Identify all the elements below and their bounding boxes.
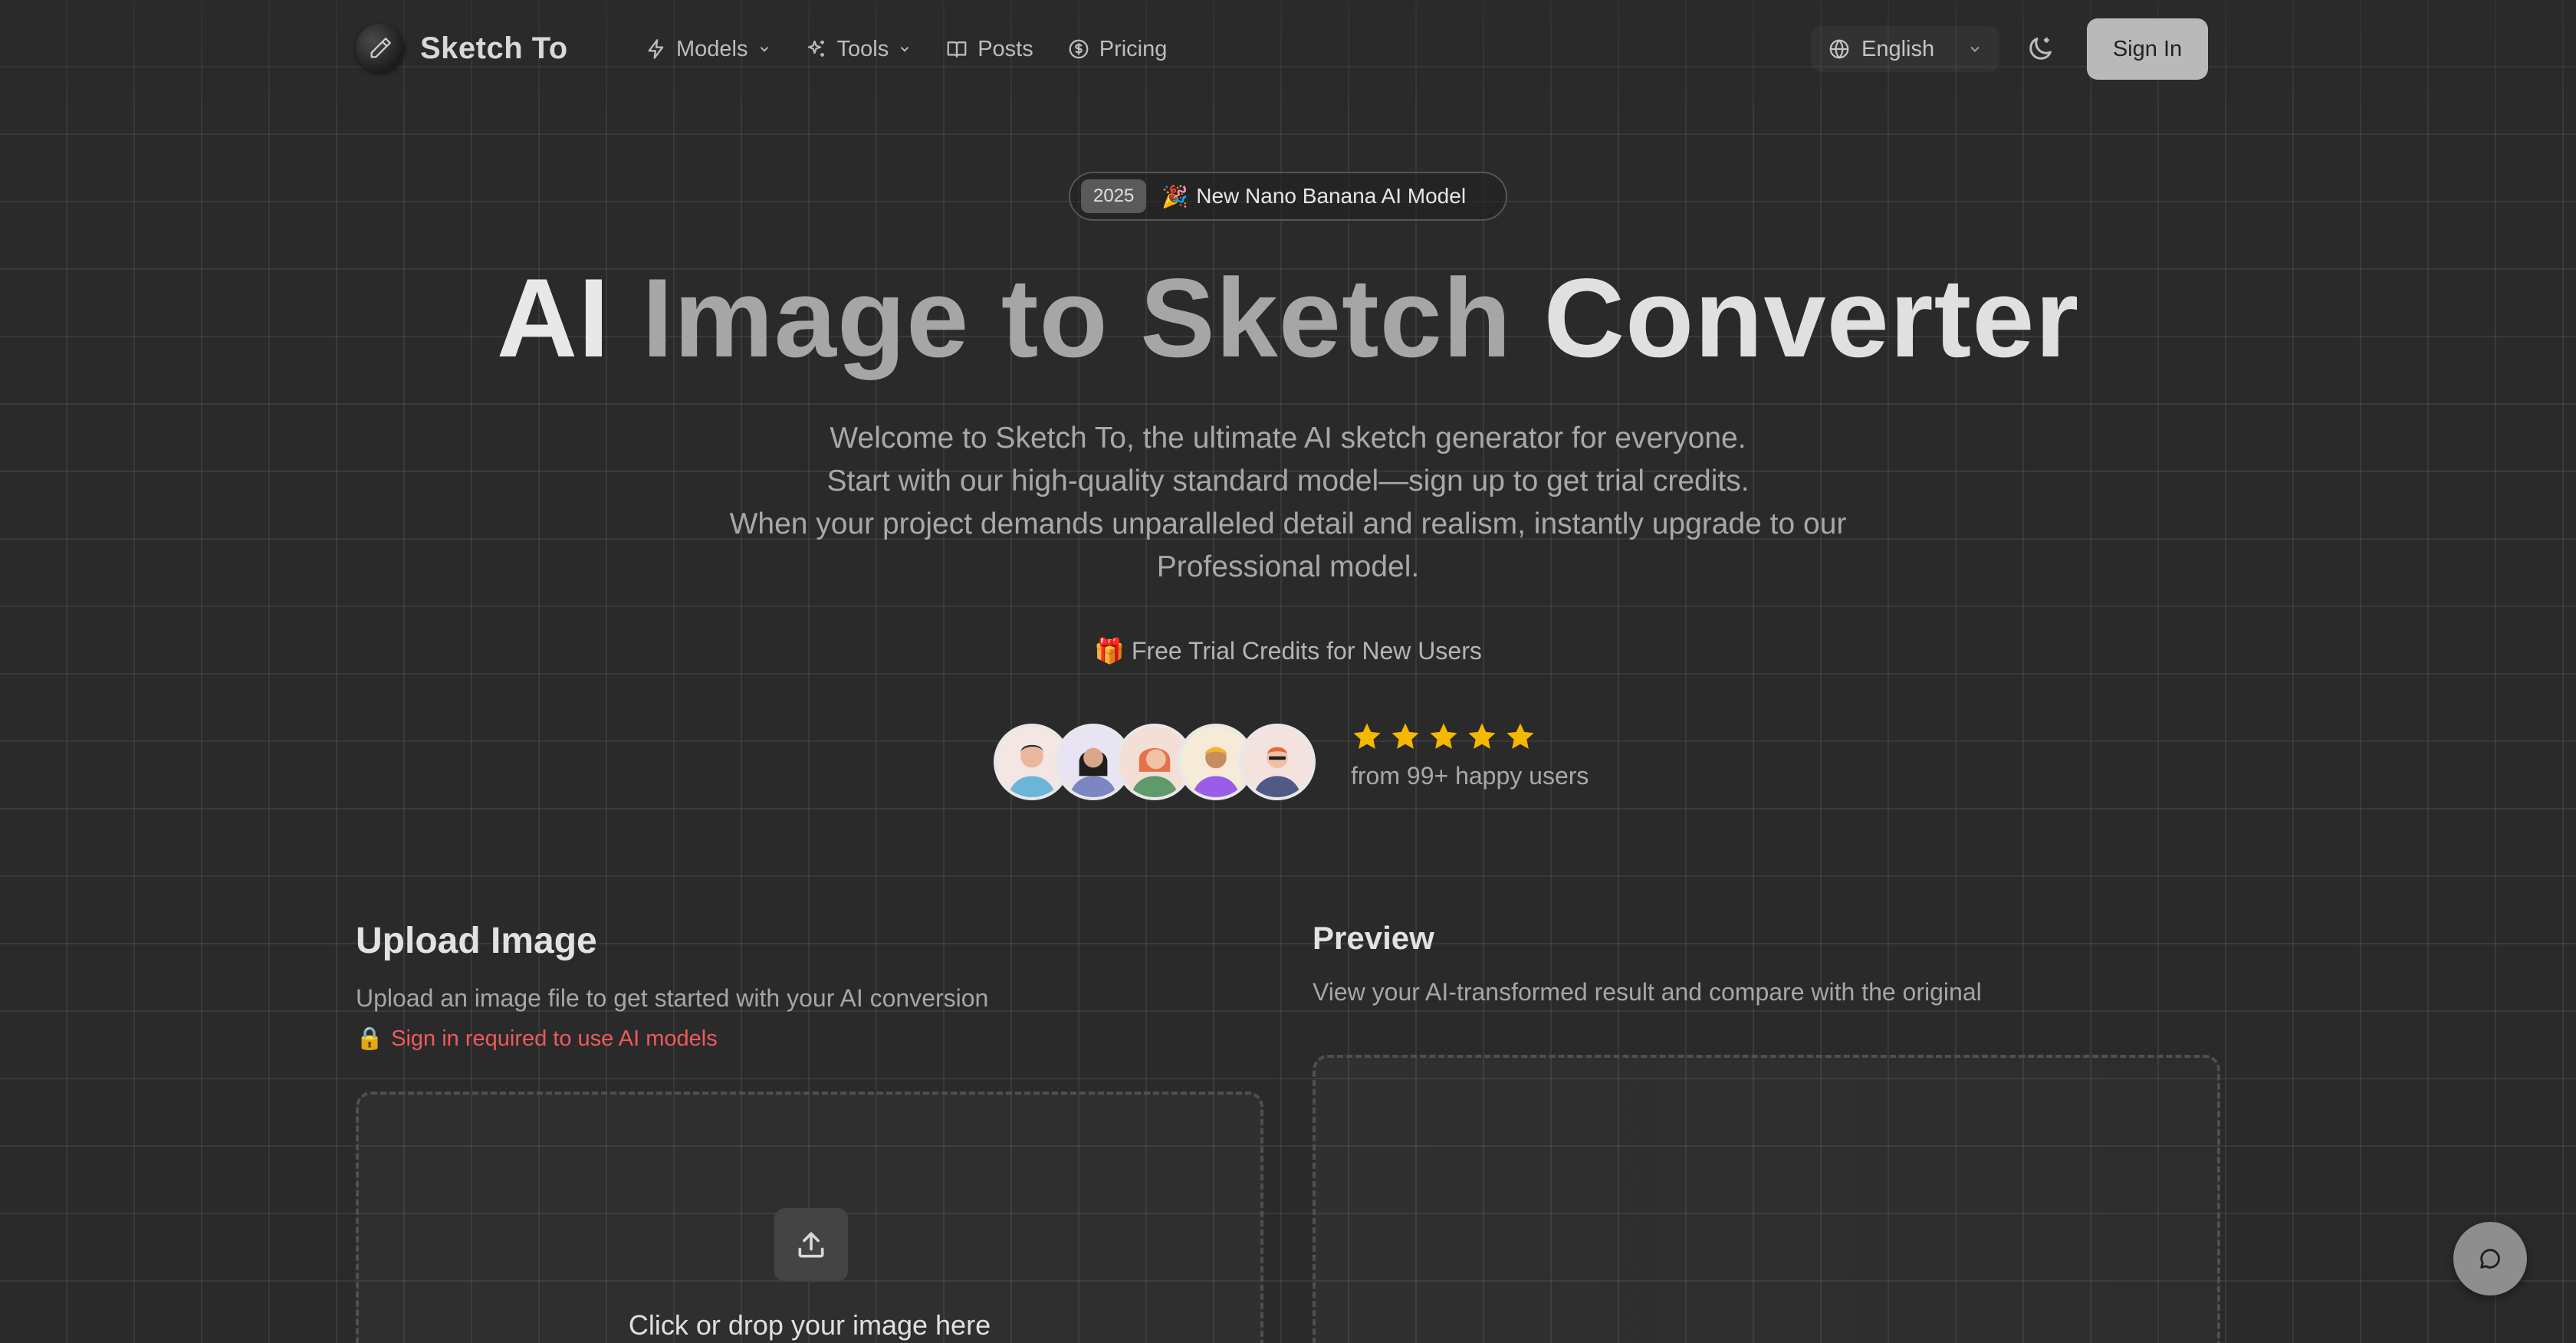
chat-bubble-icon — [2480, 1249, 2500, 1269]
nav-posts[interactable]: Posts — [928, 31, 1050, 67]
announcement-badge[interactable]: 2025 🎉 New Nano Banana AI Model — [1069, 172, 1507, 221]
chevron-down-icon — [901, 47, 909, 52]
badge-year: 2025 — [1081, 179, 1147, 213]
user-avatars — [994, 724, 1316, 800]
image-dropzone[interactable]: Click or drop your image here — [356, 1092, 1263, 1343]
theme-toggle-button[interactable] — [2016, 26, 2064, 72]
star-icon — [1353, 723, 1381, 749]
sparkles-icon — [807, 40, 824, 57]
nav-models[interactable]: Models — [629, 31, 788, 67]
star-rating — [1351, 721, 1589, 753]
upload-title: Upload Image — [356, 921, 597, 961]
free-trial-text: Free Trial Credits for New Users — [1131, 637, 1482, 665]
star-icon — [1430, 723, 1457, 749]
title-part-2: Image to Sketch — [642, 255, 1512, 380]
logo-text: Sketch To — [420, 31, 568, 65]
happy-users-text: from 99+ happy users — [1351, 762, 1589, 790]
preview-title: Preview — [1313, 920, 1434, 956]
subtitle-line: Start with our high-quality standard mod… — [826, 465, 1750, 497]
gift-icon: 🎁 — [1094, 637, 1125, 665]
star-icon — [1468, 723, 1496, 749]
chevron-down-icon — [760, 47, 768, 52]
chevron-down-icon — [1970, 46, 1980, 52]
chat-button[interactable] — [2453, 1222, 2527, 1295]
title-part-3: Converter — [1543, 255, 2080, 380]
moon-sparkle-icon — [2029, 38, 2052, 60]
nav-tools[interactable]: Tools — [788, 31, 929, 67]
preview-area — [1313, 1055, 2220, 1343]
badge-text: New Nano Banana AI Model — [1196, 184, 1467, 208]
bolt-icon — [648, 39, 664, 59]
star-icon — [1506, 723, 1534, 749]
subtitle-line: When your project demands unparalleled d… — [729, 507, 1847, 540]
upload-icon — [774, 1208, 848, 1282]
top-navbar: Sketch To Models Tools Posts Pricing Eng… — [0, 0, 2576, 98]
free-trial-note: 🎁 Free Trial Credits for New Users — [0, 636, 2576, 665]
avatar — [1239, 724, 1316, 800]
dollar-circle-icon — [1069, 39, 1089, 59]
nav-pricing[interactable]: Pricing — [1050, 31, 1184, 67]
preview-description: View your AI-transformed result and comp… — [1313, 978, 1982, 1006]
lock-icon: 🔒 — [356, 1026, 384, 1051]
globe-icon — [1829, 39, 1849, 59]
nav-pricing-label: Pricing — [1099, 36, 1168, 61]
nav-tools-label: Tools — [836, 36, 889, 61]
sign-in-warning: 🔒 Sign in required to use AI models — [356, 1026, 718, 1052]
sign-in-warning-text: Sign in required to use AI models — [391, 1026, 718, 1051]
title-part-1: AI — [496, 255, 610, 380]
subtitle-line: Professional model. — [1156, 550, 1420, 583]
party-popper-icon: 🎉 — [1162, 184, 1189, 209]
main-nav: Models Tools Posts Pricing — [629, 31, 1184, 67]
language-selector[interactable]: English — [1811, 26, 1999, 72]
logo[interactable]: Sketch To — [356, 23, 568, 74]
star-icon — [1392, 723, 1419, 749]
pencil-logo-icon — [356, 24, 405, 73]
hero-subtitle: Welcome to Sketch To, the ultimate AI sk… — [659, 417, 1917, 589]
nav-posts-label: Posts — [978, 36, 1033, 61]
language-label: English — [1861, 36, 1935, 61]
dropzone-text: Click or drop your image here — [628, 1309, 991, 1341]
page-title: AI Image to Sketch Converter — [0, 253, 2576, 383]
rating: from 99+ happy users — [1351, 721, 1589, 790]
subtitle-line: Welcome to Sketch To, the ultimate AI sk… — [830, 422, 1746, 455]
nav-models-label: Models — [676, 36, 748, 61]
upload-description: Upload an image file to get started with… — [356, 984, 989, 1012]
book-icon — [947, 41, 967, 58]
badge-content: 🎉 New Nano Banana AI Model — [1162, 184, 1466, 209]
sign-in-button[interactable]: Sign In — [2087, 18, 2208, 80]
